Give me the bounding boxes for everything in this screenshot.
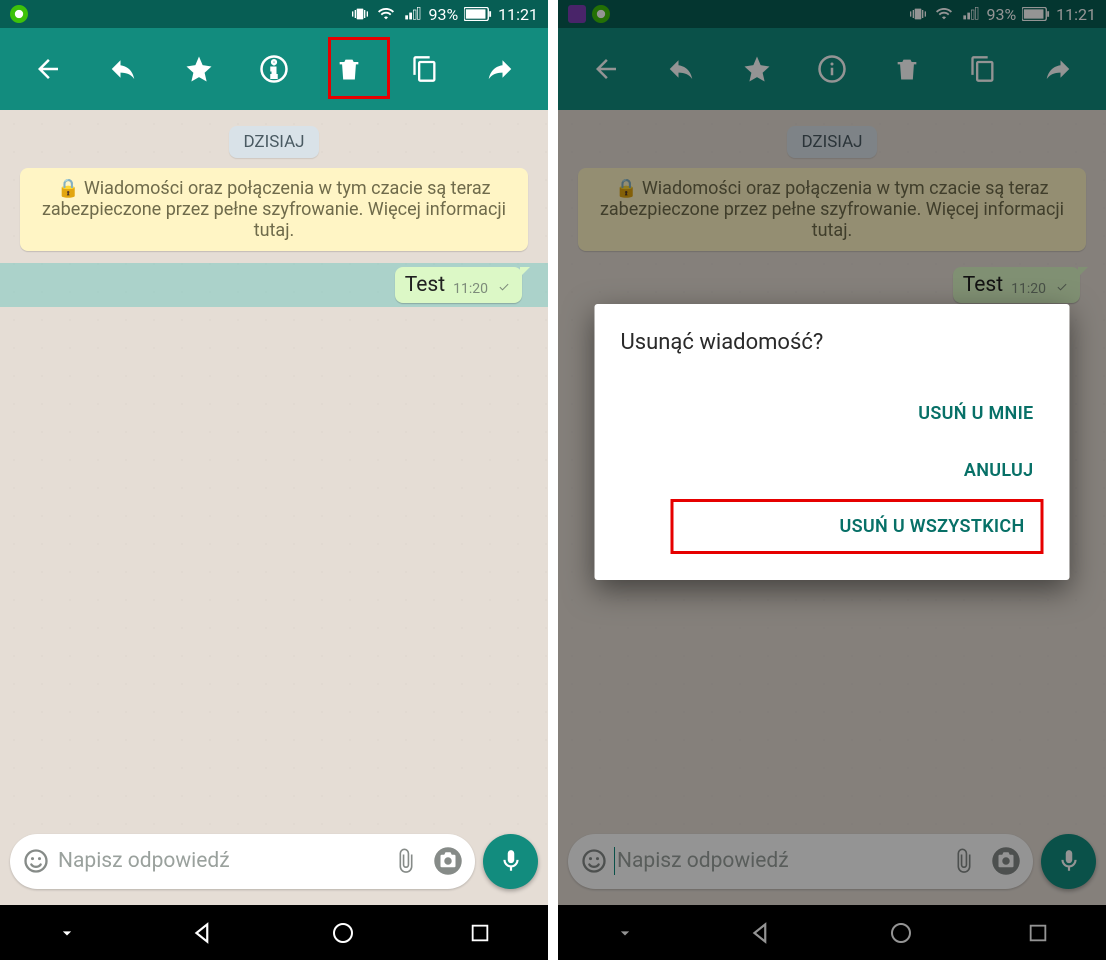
- vibrate-icon: [350, 6, 370, 22]
- nav-recent-icon[interactable]: [469, 922, 491, 944]
- clock: 11:21: [498, 5, 538, 24]
- nav-dropdown-icon[interactable]: [57, 923, 77, 943]
- chat-area[interactable]: DZISIAJ 🔒Wiadomości oraz połączenia w ty…: [0, 110, 548, 825]
- status-bar: 93% 11:21: [0, 0, 548, 28]
- message-bubble[interactable]: Test 11:20: [395, 267, 522, 303]
- message-time: 11:20: [453, 281, 488, 297]
- copy-button[interactable]: [400, 44, 450, 94]
- input-placeholder: Napisz odpowiedź: [58, 849, 393, 873]
- message-text: Test: [405, 273, 445, 297]
- reply-button[interactable]: [98, 44, 148, 94]
- battery-icon: [464, 7, 492, 21]
- wifi-icon: [376, 6, 396, 22]
- emoji-icon[interactable]: [22, 847, 50, 875]
- encryption-text: Wiadomości oraz połączenia w tym czacie …: [42, 178, 506, 241]
- signal-icon: [402, 6, 422, 22]
- encryption-notice[interactable]: 🔒Wiadomości oraz połączenia w tym czacie…: [20, 168, 528, 251]
- date-pill: DZISIAJ: [229, 126, 318, 158]
- phone-right: 93% 11:21 DZISIAJ 🔒Wiadomości oraz połąc…: [558, 0, 1106, 960]
- selected-message-row[interactable]: Test 11:20: [0, 263, 548, 307]
- attach-icon[interactable]: [393, 848, 419, 874]
- nav-home-icon[interactable]: [331, 921, 355, 945]
- star-button[interactable]: [174, 44, 224, 94]
- info-button[interactable]: [249, 44, 299, 94]
- battery-percent: 93%: [428, 5, 458, 24]
- delete-button[interactable]: [324, 44, 374, 94]
- back-button[interactable]: [23, 44, 73, 94]
- nav-back-icon[interactable]: [191, 920, 217, 946]
- app-icon: [10, 5, 28, 23]
- delete-for-me-button[interactable]: USUŃ U MNIE: [908, 385, 1043, 442]
- mic-button[interactable]: [483, 834, 538, 889]
- delete-for-everyone-button[interactable]: USUŃ U WSZYSTKICH: [671, 499, 1044, 554]
- delete-dialog: Usunąć wiadomość? USUŃ U MNIE ANULUJ USU…: [595, 304, 1070, 580]
- forward-button[interactable]: [475, 44, 525, 94]
- camera-icon[interactable]: [433, 846, 463, 876]
- phone-left: 93% 11:21 DZISIAJ 🔒Wiadomośc: [0, 0, 548, 960]
- input-area: Napisz odpowiedź: [0, 825, 548, 905]
- check-icon: [496, 278, 512, 297]
- dialog-title: Usunąć wiadomość?: [621, 330, 1044, 355]
- message-input[interactable]: Napisz odpowiedź: [10, 834, 475, 889]
- cancel-button[interactable]: ANULUJ: [954, 442, 1044, 499]
- lock-icon: 🔒: [57, 178, 79, 199]
- nav-bar: [0, 905, 548, 960]
- app-bar: [0, 28, 548, 110]
